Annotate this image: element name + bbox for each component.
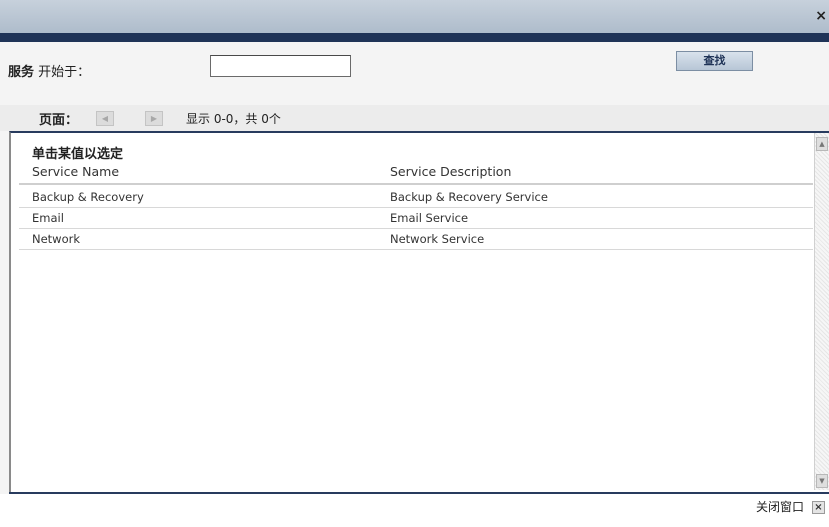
service-description-cell: Network Service xyxy=(390,232,485,246)
search-label-starts-with: 开始于： xyxy=(34,65,91,80)
service-name-cell: Email xyxy=(32,211,64,225)
service-name-cell: Network xyxy=(32,232,81,246)
service-description-cell: Email Service xyxy=(390,211,469,225)
table-row[interactable]: Backup & Recovery Backup & Recovery Serv… xyxy=(19,187,813,208)
window-titlebar: × xyxy=(0,0,829,33)
vertical-scrollbar[interactable]: ▲ ▼ xyxy=(814,133,829,490)
table-row[interactable]: Email Email Service xyxy=(19,208,813,229)
footer: 关闭窗口 × xyxy=(0,494,829,527)
page-label: 页面： xyxy=(39,113,79,128)
service-description-cell: Backup & Recovery Service xyxy=(390,190,548,204)
column-header-service-name: Service Name xyxy=(32,164,120,179)
arrow-left-icon[interactable]: ◀ xyxy=(96,111,114,126)
pager-bar: 页面： ◀ ▶ 显示 0-0，共 0个 xyxy=(0,105,829,131)
table-row[interactable]: Network Network Service xyxy=(19,229,813,250)
find-button[interactable]: 查找 xyxy=(676,51,753,71)
service-name-cell: Backup & Recovery xyxy=(32,190,144,204)
table-header: Service Name Service Description xyxy=(19,160,813,185)
results-panel: 单击某值以选定 Service Name Service Description… xyxy=(9,131,829,492)
close-icon[interactable]: × xyxy=(815,8,827,24)
scroll-up-icon[interactable]: ▲ xyxy=(816,137,828,151)
search-label-service: 服务 xyxy=(8,65,35,80)
close-window-label[interactable]: 关闭窗口 xyxy=(756,498,804,515)
header-accent-bar xyxy=(0,33,829,42)
column-header-service-description: Service Description xyxy=(390,164,512,179)
search-panel: 服务 开始于： 查找 xyxy=(0,42,829,105)
results-status: 显示 0-0，共 0个 xyxy=(186,112,281,126)
arrow-right-icon[interactable]: ▶ xyxy=(145,111,163,126)
search-input[interactable] xyxy=(210,55,351,77)
close-icon[interactable]: × xyxy=(812,501,825,514)
search-label: 服务 开始于： xyxy=(8,61,90,80)
scroll-down-icon[interactable]: ▼ xyxy=(816,474,828,488)
